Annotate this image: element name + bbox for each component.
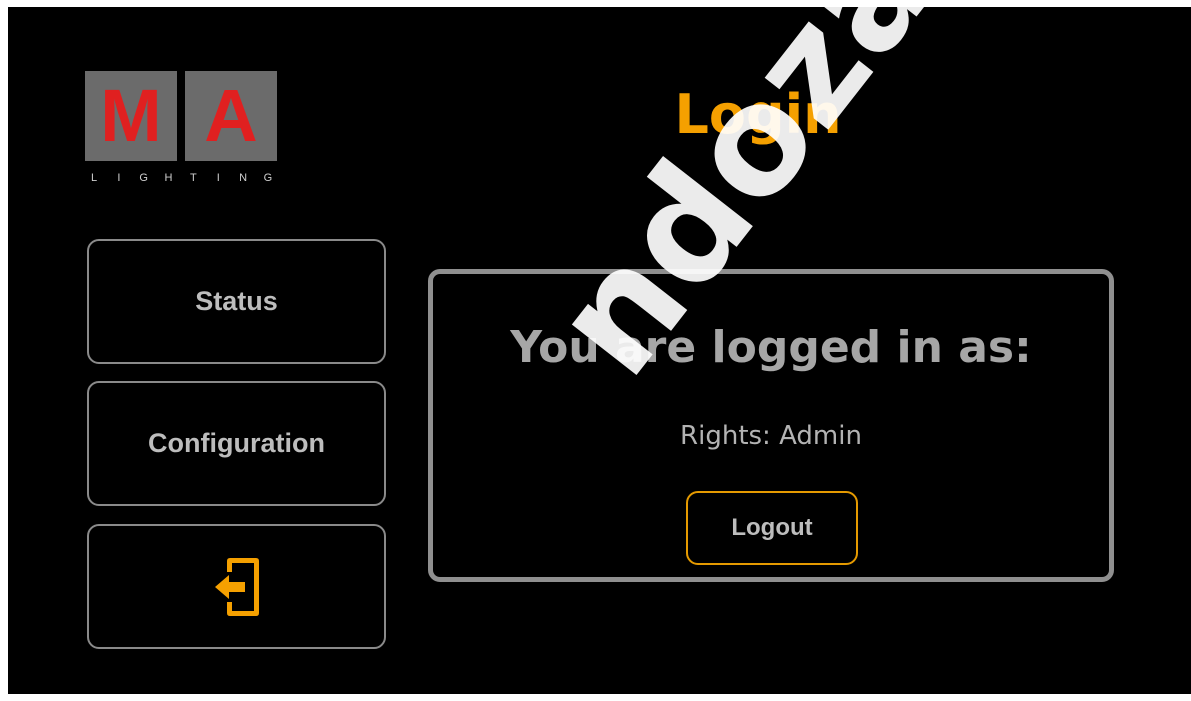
logo-subtitle-letter: G — [139, 172, 148, 184]
status-button-label: Status — [195, 286, 278, 316]
configuration-button[interactable]: Configuration — [87, 381, 386, 506]
page-title: Login — [674, 83, 842, 146]
logo-subtitle-letter: L — [90, 172, 98, 184]
configuration-button-label: Configuration — [148, 428, 325, 458]
logo-subtitle-letter: G — [263, 172, 273, 184]
logo-letter-a: A — [185, 71, 277, 161]
logo-subtitle-letter: T — [190, 172, 197, 184]
logout-button[interactable]: Logout — [686, 491, 858, 565]
logo-subtitle-letter: I — [216, 172, 220, 184]
login-door-icon — [214, 557, 259, 616]
logo-subtitle-letter: H — [164, 172, 173, 184]
logged-in-heading: You are logged in as: — [510, 322, 1032, 373]
rights-text: Rights: Admin — [680, 421, 862, 451]
logo-subtitle-letter: I — [117, 172, 121, 184]
login-status-panel: You are logged in as: Rights: Admin Logo… — [428, 269, 1114, 582]
login-screen: M A L I G H T I N G Login Status Configu… — [8, 7, 1191, 694]
status-button[interactable]: Status — [87, 239, 386, 364]
logo-subtitle-letter: N — [239, 172, 248, 184]
login-nav-button[interactable] — [87, 524, 386, 649]
logout-button-label: Logout — [731, 514, 813, 541]
logo-subtitle: L I G H T I N G — [85, 172, 277, 184]
logo-letter-m: M — [85, 71, 177, 161]
ma-lighting-logo: M A L I G H T I N G — [85, 71, 277, 196]
